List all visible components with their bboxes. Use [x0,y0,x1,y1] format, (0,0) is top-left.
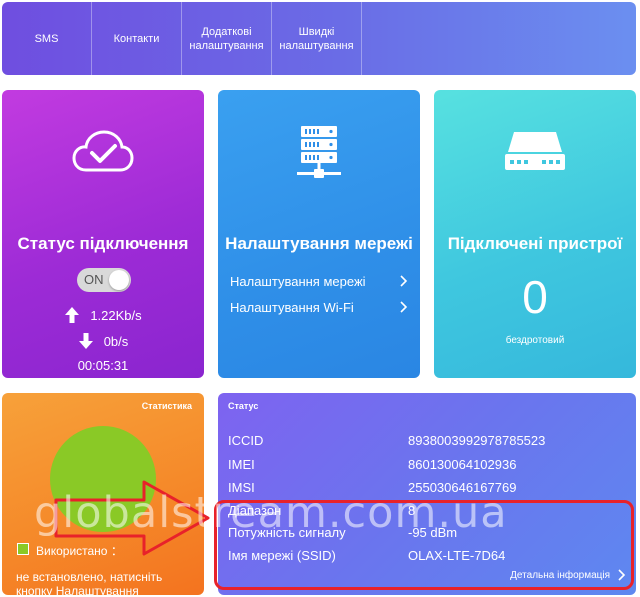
upload-arrow-icon [65,307,80,323]
info-key: IMEI [228,457,255,472]
nav-sms[interactable]: SMS [2,2,92,75]
nav-contacts-label: Контакти [113,32,160,45]
status-info-title: Статус [228,401,259,411]
top-nav: SMS Контакти Додаткові налаштування Швид… [2,2,636,75]
nav-advanced-settings-label: Додаткові налаштування [189,25,264,52]
connection-status-card: Статус підключення ON 1.22Kb/s 0b/s 00:0… [2,90,204,378]
wifi-settings-link-label: Налаштування Wi-Fi [230,299,354,315]
upload-rate: 1.22Kb/s [90,307,142,323]
devices-type-label: бездротовий [505,335,565,346]
toggle-label: ON [84,272,104,287]
connection-status-title: Статус підключення [17,234,189,253]
watermark-text: globalstream.com.ua [34,488,508,538]
info-row-iccid: ICCID 89380039929787855​23 [228,433,628,449]
wifi-settings-link[interactable]: Налаштування Wi-Fi [230,296,408,318]
toggle-knob [109,270,129,290]
network-settings-card: Налаштування мережі Налаштування мережі … [218,90,420,378]
nav-contacts[interactable]: Контакти [92,2,182,75]
network-settings-link-label: Налаштування мережі [230,273,366,289]
chevron-right-icon [400,275,408,287]
router-dashboard: SMS Контакти Додаткові налаштування Швид… [0,0,640,597]
devices-count: 0 [522,271,548,323]
nav-advanced-settings[interactable]: Додаткові налаштування [182,2,272,75]
connection-toggle[interactable]: ON [77,268,131,292]
info-value: 860130064102936 [408,457,517,472]
connected-devices-title: Підключені пристрої [447,234,623,253]
info-value: 89380039929787855​23 [408,433,546,448]
network-settings-title: Налаштування мережі [225,234,413,253]
download-arrow-icon [78,333,93,349]
chevron-right-icon [400,301,408,313]
router-device-icon [434,130,636,174]
download-rate: 0b/s [103,333,129,349]
used-legend-swatch [17,543,29,555]
network-settings-link[interactable]: Налаштування мережі [230,270,408,292]
nav-sms-label: SMS [34,32,59,45]
nav-quick-settings[interactable]: Швидкі налаштування [272,2,362,75]
stats-settings-note[interactable]: не встановлено, натисніть кнопку Налашту… [16,570,196,595]
nav-quick-settings-label: Швидкі налаштування [279,25,354,52]
duration-value: 00:05:31 [77,358,129,373]
server-network-icon [218,124,420,184]
info-key: ICCID [228,433,264,448]
upload-rate-row: 1.22Kb/s [2,306,204,324]
cloud-check-icon [2,130,204,174]
connected-devices-card: Підключені пристрої 0 бездротовий [434,90,636,378]
statistics-title: Статистика [141,401,192,411]
info-row-imei: IMEI 860130064102936 [228,457,628,473]
connection-duration: 00:05:31 [2,358,204,373]
download-rate-row: 0b/s [2,332,204,350]
